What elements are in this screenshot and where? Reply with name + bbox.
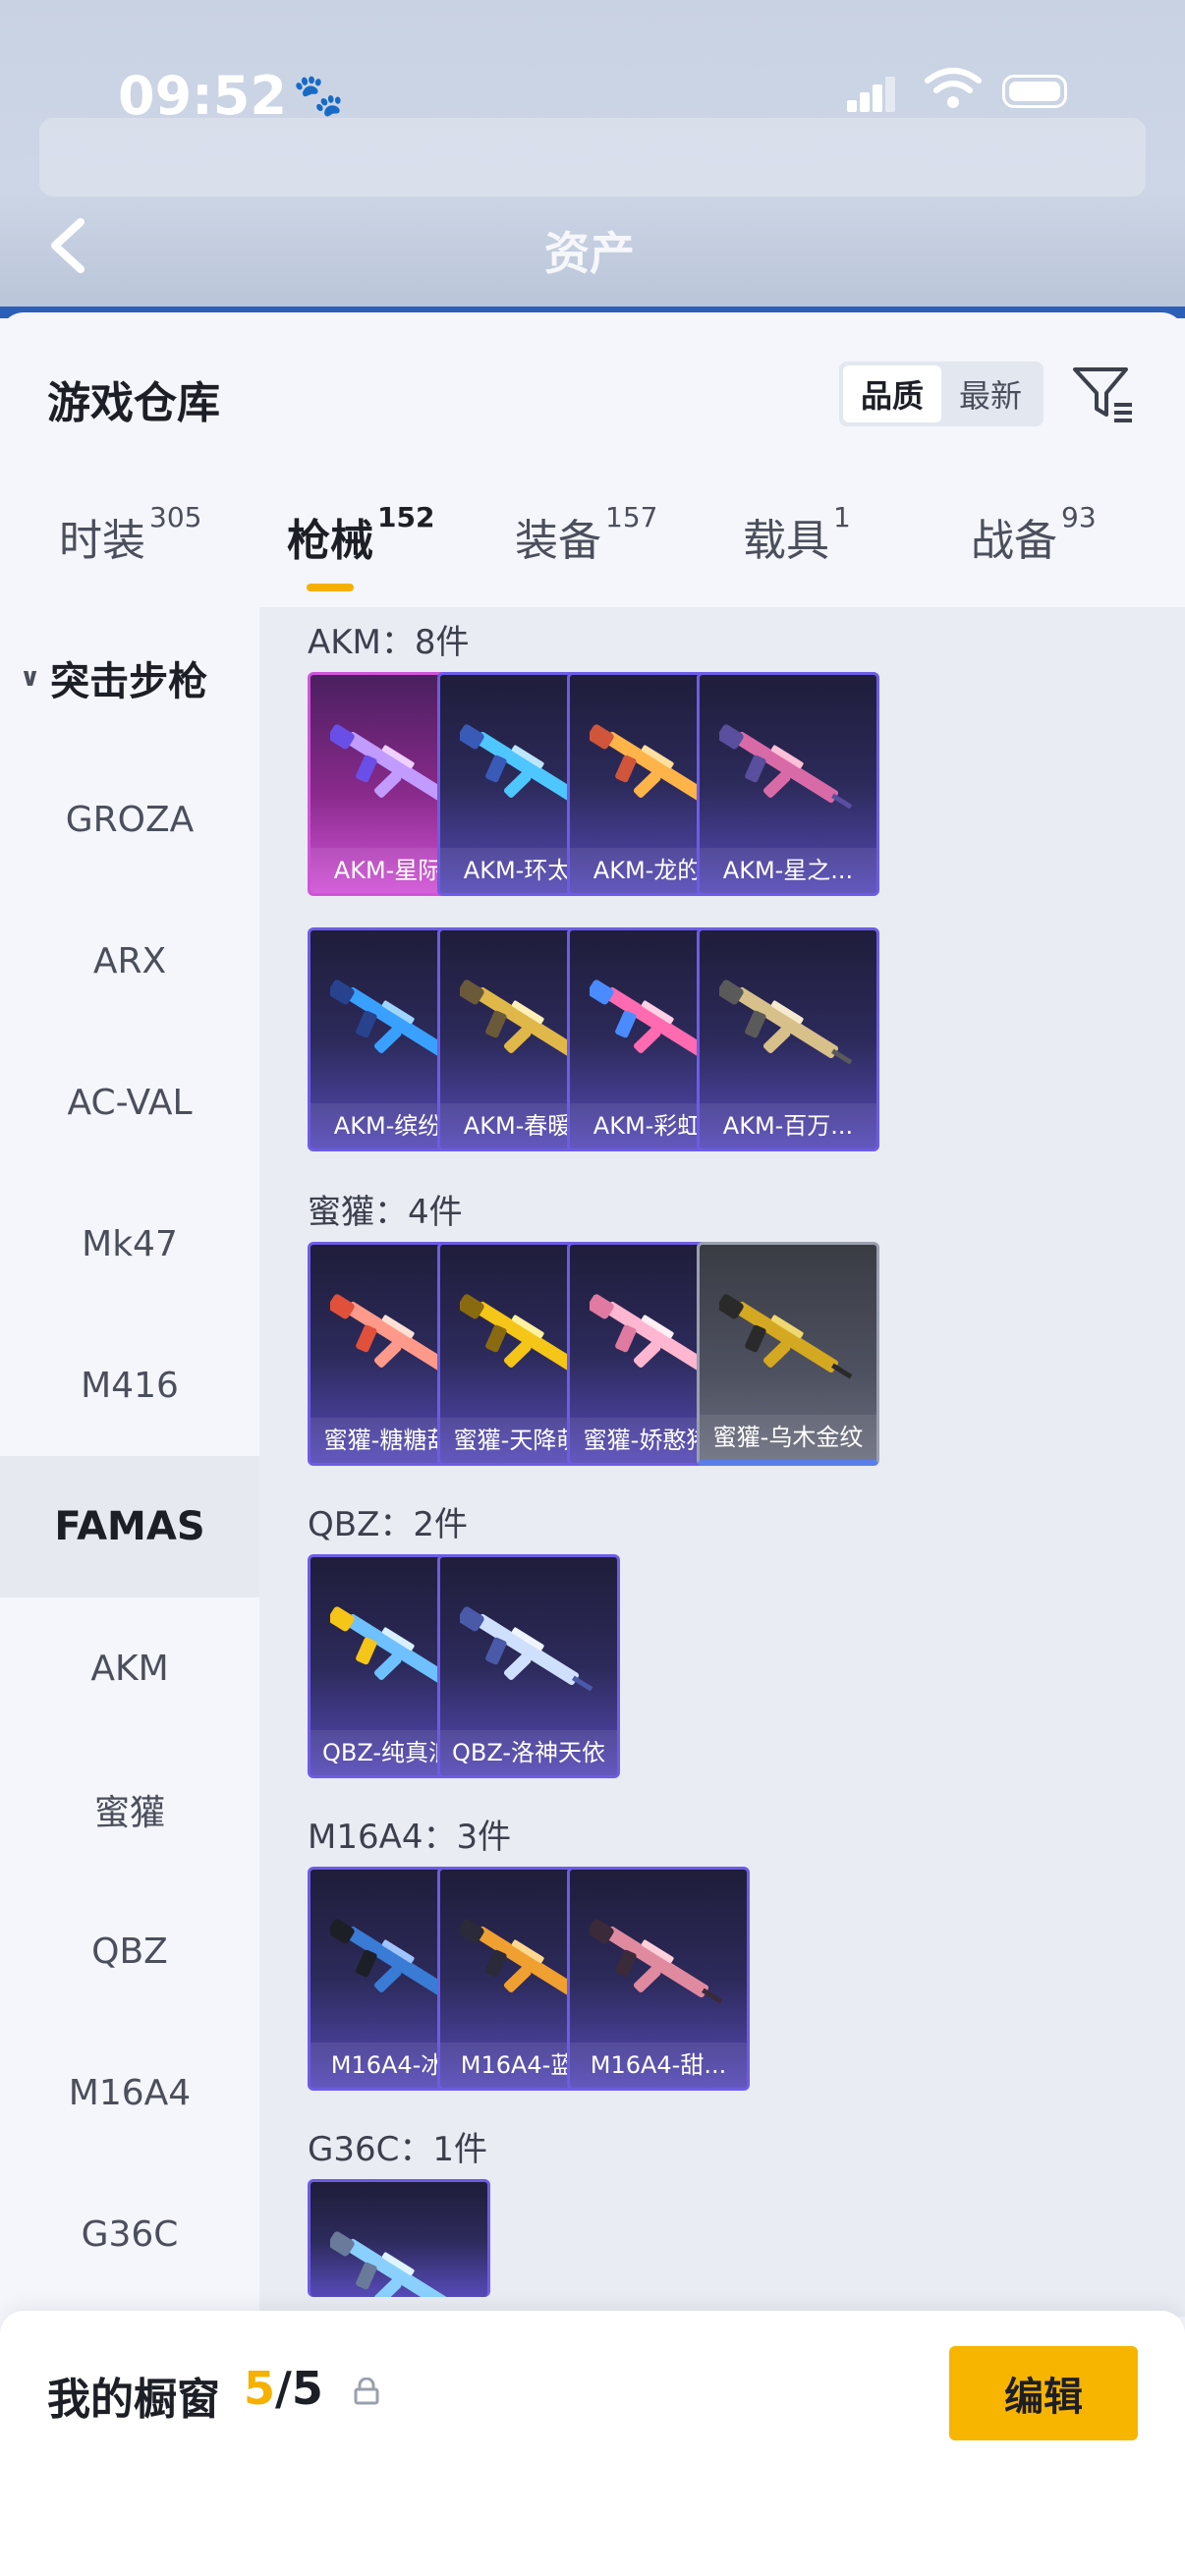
category-tabs: 时装 305 枪械 152 装备 157 载具 1 战备 93 [0,501,1185,603]
tab-label: 战备 [971,516,1057,566]
weapon-skin-icon [719,1294,853,1379]
background-header: 09:52 🐾 资产 [0,0,1185,314]
weapon-skin-name: M16A4-甜... [570,2043,747,2088]
lock-icon [354,2378,379,2405]
battery-icon [1002,75,1067,108]
game-warehouse-sheet: 游戏仓库 品质 最新 时装 305 枪械 152 装备 157 载具 1 战备 93 ∨ … [0,312,1185,2576]
category-item-honey-badger[interactable]: 蜜獾 [0,1739,259,1880]
wifi-icon [925,68,982,108]
edit-button[interactable]: 编辑 [949,2346,1138,2440]
section-label-g36c: G36C：1件 [308,2130,487,2169]
sort-option-newest[interactable]: 最新 [941,365,1040,422]
section-label-m16a4: M16A4：3件 [308,1818,512,1857]
sheet-title: 游戏仓库 [47,378,220,428]
weapon-skin-card[interactable]: 蜜獾-乌木金纹 [697,1242,879,1466]
status-bar: 09:52 🐾 [0,61,1185,130]
weapon-skin-card[interactable] [308,2179,490,2297]
showcase-total: 5 [291,2362,323,2415]
weapon-skin-card[interactable]: AKM-星之... [697,672,879,896]
section-label-honey-badger: 蜜獾：4件 [308,1193,463,1232]
weapon-skin-card[interactable]: QBZ-洛神天依 [437,1554,620,1778]
category-item-m16a4[interactable]: M16A4 [0,2022,259,2163]
filter-icon[interactable] [1071,362,1136,426]
section-label-akm: AKM：8件 [308,623,470,662]
showcase-label: 我的橱窗 [47,2375,220,2425]
showcase-current: 5 [244,2362,276,2415]
tab-count: 1 [833,501,851,533]
category-item-arx[interactable]: ARX [0,890,259,1032]
tab-label: 装备 [515,516,601,566]
chevron-down-icon: ∨ [20,663,41,693]
tab-vehicles[interactable]: 载具 1 [743,501,851,603]
sort-toggle: 品质 最新 [839,362,1044,426]
category-item-mk47[interactable]: Mk47 [0,1173,259,1315]
category-group-assault-rifles[interactable]: ∨ 突击步枪 [0,607,259,749]
showcase-separator: / [275,2362,292,2415]
section-label-qbz: QBZ：2件 [308,1505,469,1544]
showcase-bar: 我的橱窗 5/5 编辑 [0,2311,1185,2576]
category-item-ac-val[interactable]: AC-VAL [0,1032,259,1173]
tab-count: 152 [377,501,435,533]
page-title: 资产 [544,227,635,280]
tab-count: 305 [149,501,202,533]
cellular-signal-icon [847,77,895,112]
category-item-famas[interactable]: FAMAS [0,1456,259,1597]
weapon-skin-icon [460,1606,593,1692]
weapon-skin-icon [719,724,853,810]
weapon-skin-icon [330,2231,450,2297]
weapon-skin-icon [590,1919,723,2004]
weapon-grid: AKM：8件 蜜獾：4件 QBZ：2件 M16A4：3件 G36C：1件 5级A… [259,607,1185,2317]
weapon-skin-icon [719,980,853,1065]
tab-equipment[interactable]: 装备 157 [515,501,657,603]
category-item-qbz[interactable]: QBZ [0,1880,259,2022]
weapon-skin-name: AKM-星之... [700,848,876,893]
paw-icon: 🐾 [293,71,345,119]
tab-count: 157 [605,501,658,533]
weapon-skin-card[interactable]: M16A4-甜... [567,1867,750,2091]
category-item-groza[interactable]: GROZA [0,749,259,890]
tab-label: 时装 [59,516,145,566]
weapon-skin-name: 蜜獾-乌木金纹 [700,1415,876,1460]
weapon-skin-name: QBZ-洛神天依 [440,1730,617,1775]
tab-supplies[interactable]: 战备 93 [971,501,1097,603]
category-item-g36c[interactable]: G36C [0,2163,259,2305]
active-tab-indicator [307,584,354,591]
tab-label: 枪械 [287,516,373,566]
tab-label: 载具 [743,516,829,566]
weapon-skin-card[interactable]: AKM-百万... [697,927,879,1151]
weapon-skin-name: AKM-百万... [700,1103,876,1148]
tab-fashion[interactable]: 时装 305 [59,501,201,603]
tab-count: 93 [1061,501,1097,533]
background-stats-row [39,118,1146,196]
category-item-akm[interactable]: AKM [0,1597,259,1739]
sort-option-quality[interactable]: 品质 [843,365,941,422]
back-arrow-icon[interactable] [43,216,92,275]
status-time: 09:52 [118,65,287,127]
category-item-m416[interactable]: M416 [0,1315,259,1456]
weapon-category-list: ∨ 突击步枪 GROZA ARX AC-VAL Mk47 M416 FAMAS … [0,607,259,2317]
showcase-count: 5/5 [244,2362,323,2415]
category-group-label: 突击步枪 [50,659,208,704]
